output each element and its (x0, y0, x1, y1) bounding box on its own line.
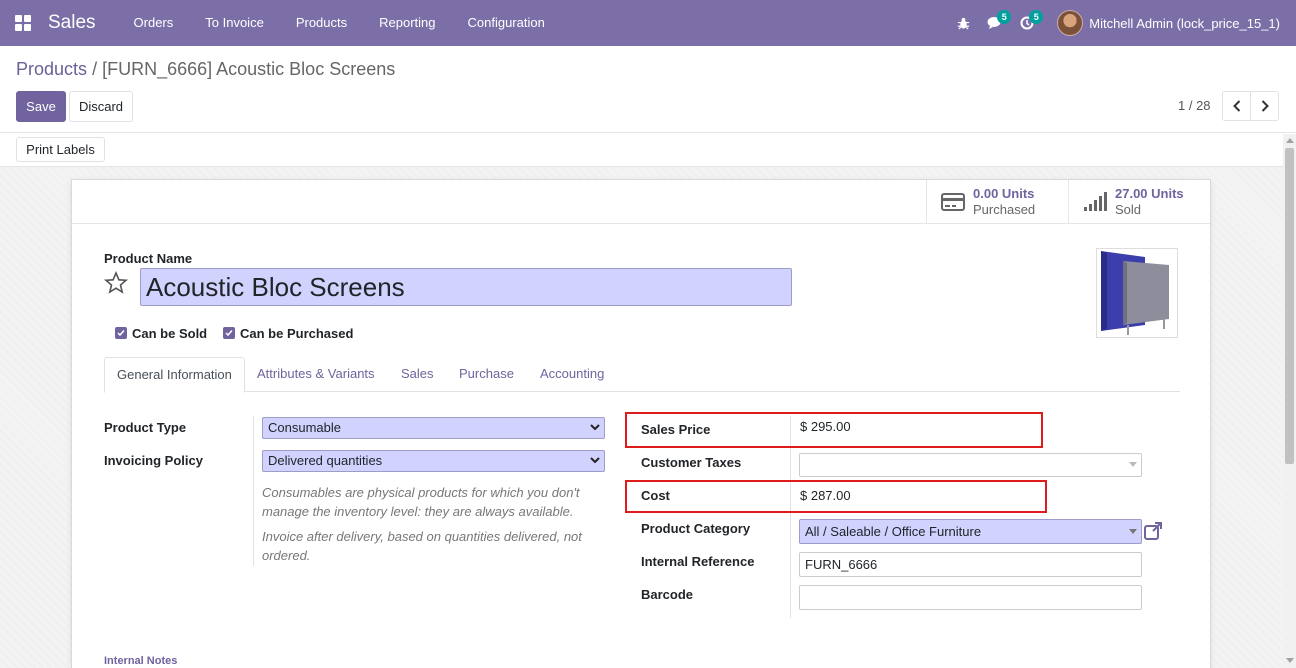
check-icon (225, 330, 233, 337)
breadcrumb-separator: / (92, 59, 98, 79)
caret-down-icon (1129, 529, 1137, 534)
messages-badge: 5 (997, 10, 1012, 24)
breadcrumb-products-link[interactable]: Products (16, 59, 87, 79)
sold-value: 27.00 Units (1115, 186, 1184, 201)
favorite-star-icon[interactable] (103, 270, 129, 298)
bug-icon[interactable] (947, 0, 979, 46)
consumable-help-text: Consumables are physical products for wh… (262, 485, 580, 519)
left-group-divider (253, 416, 254, 566)
barcode-label: Barcode (641, 587, 694, 602)
apps-grid-icon[interactable] (0, 0, 46, 46)
menu-to-invoice[interactable]: To Invoice (189, 0, 280, 46)
tab-attributes-variants[interactable]: Attributes & Variants (245, 357, 387, 392)
breadcrumb-current: [FURN_6666] Acoustic Bloc Screens (102, 59, 396, 79)
product-type-value: Consumable (268, 420, 341, 435)
sold-label: Sold (1115, 202, 1142, 217)
tab-general-information[interactable]: General Information (104, 357, 245, 393)
discard-button[interactable]: Discard (69, 91, 133, 122)
product-category-select[interactable]: All / Saleable / Office Furniture (799, 519, 1142, 544)
product-category-label: Product Category (641, 521, 751, 536)
app-name[interactable]: Sales (48, 12, 96, 34)
print-labels-button[interactable]: Print Labels (16, 137, 105, 162)
messages-icon[interactable]: 5 (979, 0, 1012, 46)
sold-smart-button[interactable]: 27.00 Units Sold (1068, 180, 1210, 224)
chevron-down-icon (590, 424, 600, 431)
scroll-thumb[interactable] (1285, 148, 1294, 464)
purchased-smart-button[interactable]: 0.00 Units Purchased (926, 180, 1068, 224)
can-be-sold-checkbox[interactable] (115, 327, 127, 339)
scroll-up-arrow-icon[interactable] (1286, 138, 1294, 143)
top-navbar: Sales Orders To Invoice Products Reporti… (0, 0, 1296, 46)
caret-down-icon (1129, 462, 1137, 467)
scroll-down-arrow-icon[interactable] (1286, 658, 1294, 663)
purchased-label: Purchased (973, 202, 1036, 217)
menu-reporting[interactable]: Reporting (363, 0, 451, 46)
can-be-purchased-checkbox[interactable] (223, 327, 235, 339)
systray: 5 5 Mitchell Admin (lock_price_15_1) (947, 0, 1296, 46)
customer-taxes-input[interactable] (799, 453, 1142, 477)
can-be-sold-label[interactable]: Can be Sold (132, 326, 207, 341)
product-image[interactable] (1096, 248, 1178, 338)
chevron-left-icon (1232, 100, 1240, 112)
external-link-icon[interactable] (1144, 522, 1163, 543)
breadcrumb: Products / [FURN_6666] Acoustic Bloc Scr… (16, 59, 395, 80)
pager-previous-button[interactable] (1222, 91, 1251, 121)
control-panel-divider (0, 132, 1296, 133)
pager-value: 1 / 28 (1178, 98, 1211, 113)
user-menu[interactable]: Mitchell Admin (lock_price_15_1) (1043, 10, 1296, 36)
chevron-right-icon (1261, 100, 1269, 112)
tab-sales[interactable]: Sales (389, 357, 446, 392)
product-name-input[interactable]: Acoustic Bloc Screens (140, 268, 792, 306)
check-icon (117, 330, 125, 337)
invoicing-policy-select[interactable]: Delivered quantities (262, 450, 605, 472)
activities-badge: 5 (1029, 10, 1044, 24)
product-type-label: Product Type (104, 420, 187, 435)
product-name-label: Product Name (104, 251, 193, 266)
customer-taxes-label: Customer Taxes (641, 455, 742, 470)
invoicing-policy-label: Invoicing Policy (104, 453, 203, 468)
can-be-purchased-label[interactable]: Can be Purchased (240, 326, 353, 341)
tab-purchase[interactable]: Purchase (447, 357, 526, 392)
menu-products[interactable]: Products (280, 0, 363, 46)
internal-reference-input[interactable]: FURN_6666 (799, 552, 1142, 577)
activities-icon[interactable]: 5 (1011, 0, 1044, 46)
menu-orders[interactable]: Orders (118, 0, 190, 46)
smart-button-box: 0.00 Units Purchased 27.00 Units Sold (72, 180, 1210, 224)
sales-price-highlight (625, 412, 1043, 448)
save-button[interactable]: Save (16, 91, 66, 122)
invoicing-policy-value: Delivered quantities (268, 453, 383, 468)
product-type-select[interactable]: Consumable (262, 417, 605, 439)
notebook-tabs: General Information Attributes & Variant… (104, 357, 1180, 393)
cost-highlight (625, 480, 1047, 513)
avatar (1057, 10, 1084, 36)
barcode-input[interactable] (799, 585, 1142, 610)
internal-notes-label: Internal Notes (104, 655, 178, 667)
signal-bars-icon (1084, 192, 1107, 211)
form-sheet: 0.00 Units Purchased 27.00 Units Sold Pr… (71, 179, 1211, 668)
invoicing-help-text: Invoice after delivery, based on quantit… (262, 529, 582, 563)
pager-next-button[interactable] (1250, 91, 1279, 121)
purchased-value: 0.00 Units (973, 186, 1035, 201)
menu-configuration[interactable]: Configuration (452, 0, 561, 46)
tab-accounting[interactable]: Accounting (528, 357, 616, 392)
product-category-value: All / Saleable / Office Furniture (805, 524, 982, 539)
chevron-down-icon (590, 457, 600, 464)
user-name: Mitchell Admin (lock_price_15_1) (1089, 15, 1280, 31)
vertical-scrollbar[interactable] (1283, 134, 1296, 668)
internal-reference-label: Internal Reference (641, 554, 755, 569)
credit-card-icon (941, 193, 965, 211)
